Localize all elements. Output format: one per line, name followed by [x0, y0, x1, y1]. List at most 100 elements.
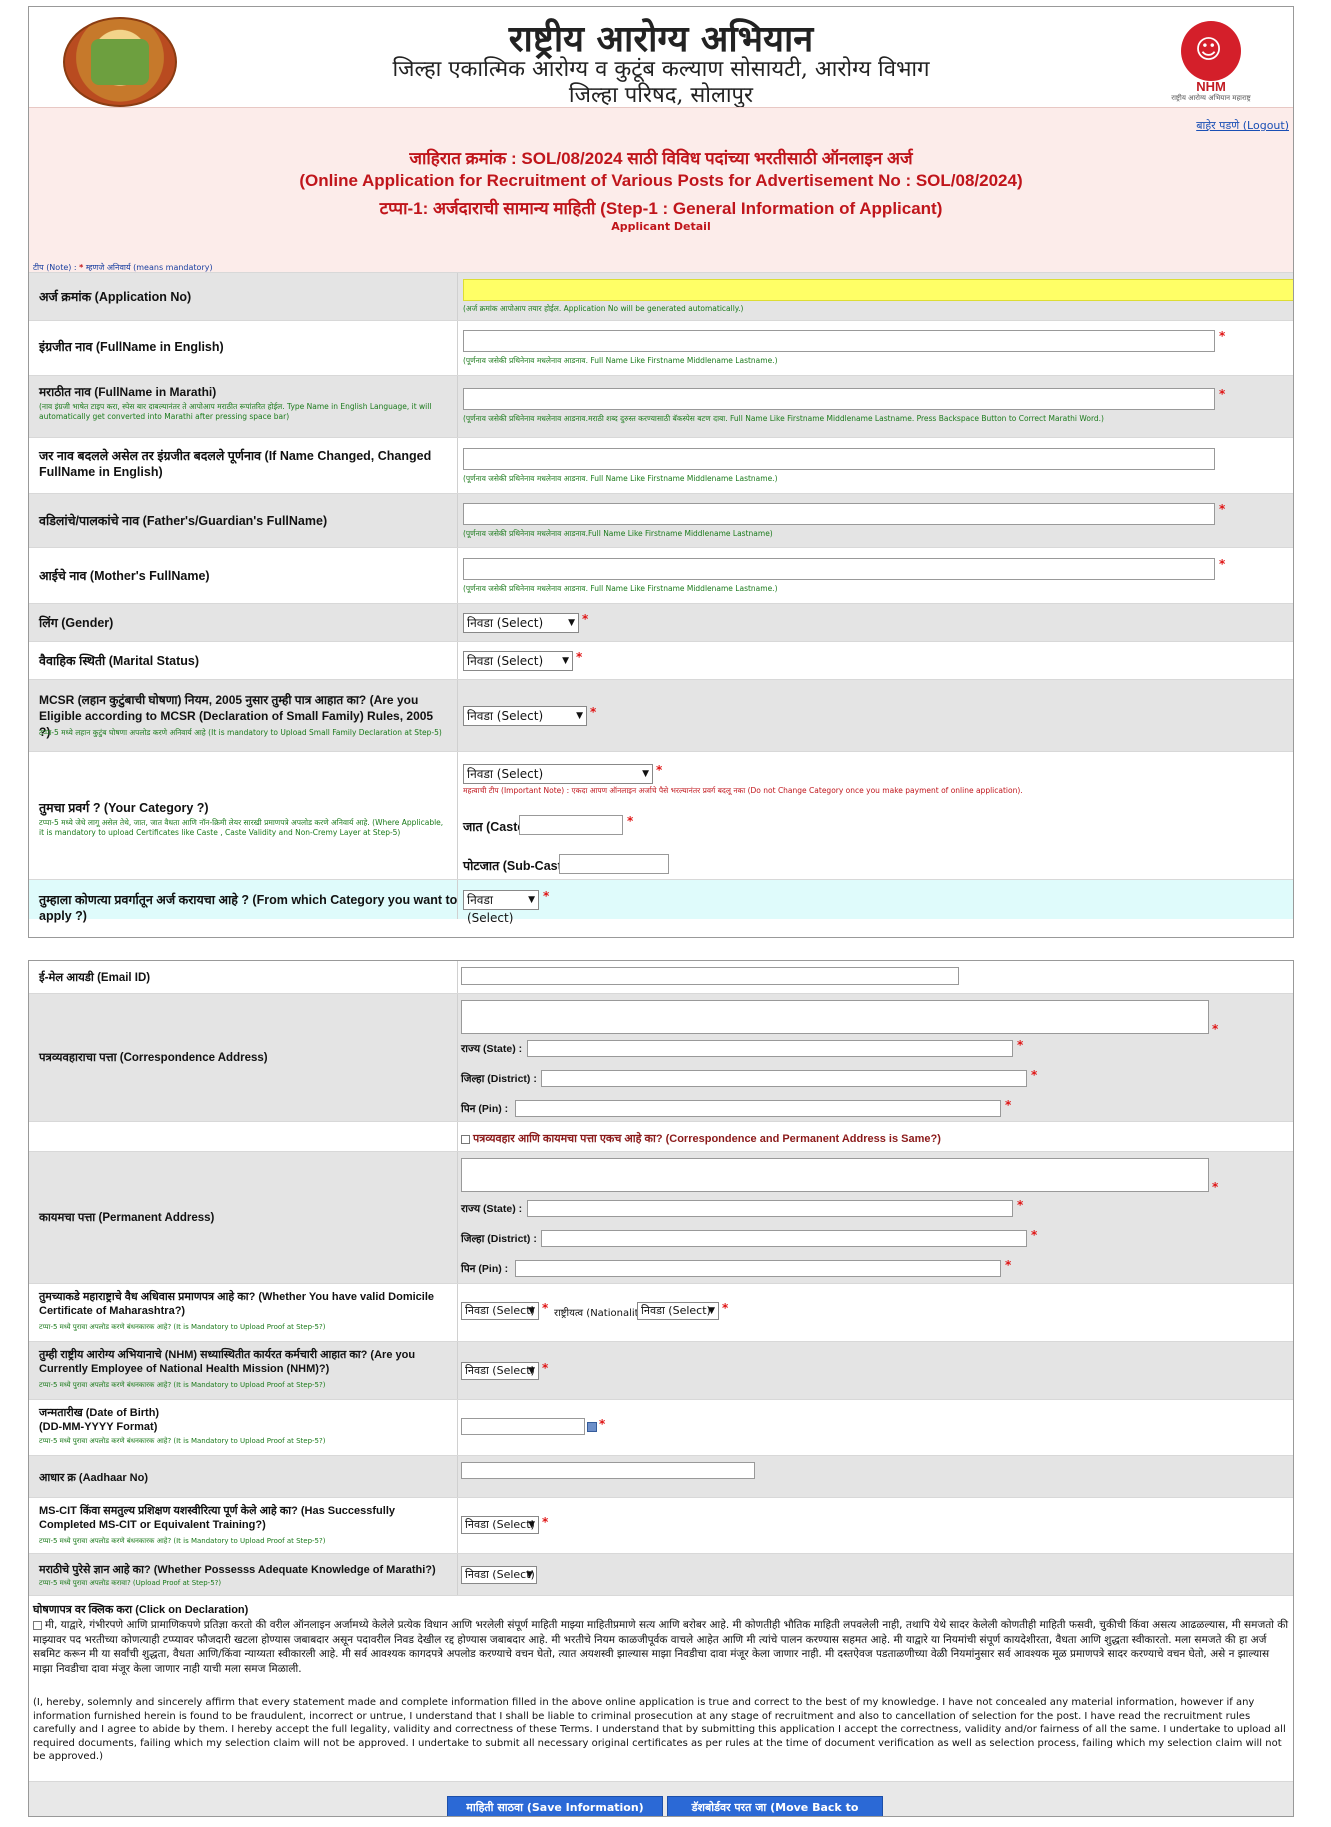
- nhm-employee-select[interactable]: निवडा (Select) ▼: [461, 1362, 539, 1380]
- row-apply-category: तुम्हाला कोणत्या प्रवर्गातून अर्ज करायचा…: [29, 879, 1293, 925]
- row-marathi-knowledge: मराठीचे पुरेसे ज्ञान आहे का? (Whether Po…: [29, 1553, 1293, 1595]
- dob-input[interactable]: [461, 1418, 585, 1435]
- corr-district-input[interactable]: [541, 1070, 1027, 1087]
- back-to-dashboard-button[interactable]: डॅशबोर्डवर परत जा (Move Back to Dashboar…: [667, 1796, 883, 1816]
- mcsr-select[interactable]: निवडा (Select) ▼: [463, 706, 587, 726]
- corr-pin-input[interactable]: [515, 1100, 1001, 1117]
- permanent-address-textarea[interactable]: [461, 1158, 1209, 1192]
- row-permanent-address: कायमचा पत्ता (Permanent Address) * राज्य…: [29, 1151, 1293, 1283]
- nhm-employee-sub: टप्पा-5 मध्ये पुरावा अपलोड करणे बंधनकारक…: [39, 1381, 326, 1389]
- perm-district-label: जिल्हा (District) :: [461, 1233, 537, 1245]
- banner-section-title: Applicant Detail: [611, 220, 711, 233]
- application-banner: बाहेर पडणे (Logout) जाहिरात क्रमांक : SO…: [29, 107, 1293, 272]
- marital-status-select[interactable]: निवडा (Select) ▼: [463, 651, 573, 671]
- mandatory-star: *: [576, 650, 583, 664]
- name-english-input[interactable]: [463, 330, 1215, 352]
- mother-name-hint: (पूर्णनाव जसेकी प्रथिनेनाव मधलेनाव आडनाव…: [463, 584, 778, 593]
- corr-district-label: जिल्हा (District) :: [461, 1073, 537, 1085]
- domicile-sub: टप्पा-5 मध्ये पुरावा अपलोड करणे बंधनकारक…: [39, 1323, 326, 1331]
- row-mscit: MS-CIT किंवा समतुल्य प्रशिक्षण यशस्वीरित…: [29, 1497, 1293, 1553]
- father-name-input[interactable]: [463, 503, 1215, 525]
- declaration-checkbox[interactable]: [33, 1620, 42, 1630]
- nationality-select[interactable]: निवडा (Select) ▼: [637, 1302, 719, 1320]
- mscit-select[interactable]: निवडा (Select) ▼: [461, 1516, 539, 1534]
- nationality-label: राष्ट्रीयत्व (Nationality): [554, 1308, 649, 1319]
- perm-district-input[interactable]: [541, 1230, 1027, 1247]
- name-english-hint: (पूर्णनाव जसेकी प्रथिनेनाव मधलेनाव आडनाव…: [463, 356, 778, 365]
- email-label: ई-मेल आयडी (Email ID): [39, 972, 151, 984]
- row-application-no: अर्ज क्रमांक (Application No) (अर्ज क्रम…: [29, 272, 1293, 320]
- row-name-english: इंग्रजीत नाव (FullName in English) * (पू…: [29, 320, 1293, 375]
- mscit-sub: टप्पा-5 मध्ये पुरावा अपलोड करणे बंधनकारक…: [39, 1537, 326, 1545]
- category-important-note: महत्वाची टीप (Important Note) : एकदा आपण…: [463, 786, 1023, 795]
- name-marathi-input[interactable]: [463, 388, 1215, 410]
- logout-link[interactable]: बाहेर पडणे (Logout): [1196, 118, 1289, 133]
- correspondence-address-textarea[interactable]: [461, 1000, 1209, 1034]
- application-no-label: अर्ज क्रमांक (Application No): [39, 290, 192, 304]
- marital-status-label: वैवाहिक स्थिती (Marital Status): [39, 654, 200, 668]
- page-header: राष्ट्रीय आरोग्य अभियान जिल्हा एकात्मिक …: [29, 7, 1293, 108]
- subcaste-label: पोटजात (Sub-Caste): [463, 859, 573, 873]
- corr-state-input[interactable]: [527, 1040, 1013, 1057]
- row-name-changed: जर नाव बदलले असेल तर इंग्रजीत बदलले पूर्…: [29, 437, 1293, 493]
- nhm-logo: ☺ NHM राष्ट्रीय आरोग्य अभियान महाराष्ट्र: [1155, 21, 1267, 105]
- mcsr-sub: टप्पा-5 मध्ये लहान कुटुंब घोषणा अपलोड कर…: [39, 728, 442, 737]
- mandatory-star: *: [1219, 557, 1226, 571]
- row-email: ई-मेल आयडी (Email ID): [29, 961, 1293, 993]
- row-aadhaar: आधार क्र (Aadhaar No): [29, 1455, 1293, 1497]
- father-name-hint: (पूर्णनाव जसेकी प्रथिनेनाव मधलेनाव आडनाव…: [463, 529, 773, 538]
- aadhaar-input[interactable]: [461, 1462, 755, 1479]
- row-mcsr: MCSR (लहान कुटुंबाची घोषणा) नियम, 2005 न…: [29, 679, 1293, 751]
- declaration-section: घोषणापत्र वर क्लिक करा (Click on Declara…: [29, 1595, 1293, 1781]
- mandatory-star: *: [1212, 1022, 1219, 1036]
- gender-select[interactable]: निवडा (Select) ▼: [463, 613, 579, 633]
- mandatory-star: *: [1031, 1228, 1038, 1242]
- apply-category-select[interactable]: निवडा (Select) ▼: [463, 890, 539, 925]
- banner-step-title: टप्पा-1: अर्जदाराची सामान्य माहिती (Step…: [379, 199, 943, 218]
- father-name-label: वडिलांचे/पालकांचे नाव (Father's/Guardian…: [39, 514, 328, 528]
- mandatory-star: *: [542, 1515, 549, 1529]
- mandatory-star: *: [543, 889, 550, 903]
- row-category: तुमचा प्रवर्ग ? (Your Category ?) टप्पा-…: [29, 751, 1293, 879]
- application-form-step1-panel-contd: ई-मेल आयडी (Email ID) पत्रव्यवहाराचा पत्…: [28, 960, 1294, 1817]
- calendar-icon[interactable]: [587, 1422, 597, 1432]
- subcaste-input[interactable]: [559, 854, 669, 874]
- mandatory-star: *: [1219, 387, 1226, 401]
- domicile-label: तुमच्याकडे महाराष्ट्राचे वैध अधिवास प्रम…: [39, 1291, 435, 1317]
- perm-state-input[interactable]: [527, 1200, 1013, 1217]
- save-information-button[interactable]: माहिती साठवा (Save Information): [447, 1796, 663, 1816]
- name-changed-input[interactable]: [463, 448, 1215, 470]
- row-father-name: वडिलांचे/पालकांचे नाव (Father's/Guardian…: [29, 493, 1293, 547]
- perm-pin-label: पिन (Pin) :: [461, 1263, 509, 1275]
- perm-state-label: राज्य (State) :: [461, 1203, 523, 1215]
- marathi-knowledge-select[interactable]: निवडा (Select) ▼: [461, 1566, 537, 1584]
- category-sub: टप्पा-5 मध्ये जेथे लागू असेल तेथे, जात, …: [39, 818, 444, 837]
- mandatory-star: *: [542, 1301, 549, 1315]
- row-correspondence-address: पत्रव्यवहाराचा पत्ता (Correspondence Add…: [29, 993, 1293, 1121]
- name-marathi-label: मराठीत नाव (FullName in Marathi): [39, 385, 217, 399]
- perm-pin-input[interactable]: [515, 1260, 1001, 1277]
- mandatory-star: *: [582, 612, 589, 626]
- dob-format-label: (DD-MM-YYYY Format): [39, 1421, 158, 1433]
- mandatory-star: *: [590, 705, 597, 719]
- dob-sub: टप्पा-5 मध्ये पुरावा अपलोड करणे बंधनकारक…: [39, 1437, 326, 1445]
- gender-label: लिंग (Gender): [39, 616, 114, 630]
- same-address-checkbox-label[interactable]: पत्रव्यवहार आणि कायमचा पत्ता एकच आहे का?…: [461, 1131, 941, 1146]
- banner-advertisement-title: जाहिरात क्रमांक : SOL/08/2024 साठी विविध…: [409, 149, 913, 168]
- mandatory-star: *: [1219, 502, 1226, 516]
- mother-name-label: आईचे नाव (Mother's FullName): [39, 569, 210, 583]
- same-address-checkbox[interactable]: [461, 1134, 470, 1144]
- row-name-marathi: मराठीत नाव (FullName in Marathi) (नाव इं…: [29, 375, 1293, 437]
- name-english-label: इंग्रजीत नाव (FullName in English): [39, 340, 224, 354]
- email-input[interactable]: [461, 967, 959, 985]
- row-domicile: तुमच्याकडे महाराष्ट्राचे वैध अधिवास प्रम…: [29, 1283, 1293, 1341]
- row-nhm-employee: तुम्ही राष्ट्रीय आरोग्य अभियानाचे (NHM) …: [29, 1341, 1293, 1399]
- declaration-title: घोषणापत्र वर क्लिक करा (Click on Declara…: [33, 1604, 249, 1616]
- name-marathi-hint: (पूर्णनाव जसेकी प्रथिनेनाव मधलेनाव आडनाव…: [463, 414, 1104, 423]
- name-changed-label: जर नाव बदलले असेल तर इंग्रजीत बदलले पूर्…: [39, 449, 432, 479]
- domicile-select[interactable]: निवडा (Select) ▼: [461, 1302, 539, 1320]
- mother-name-input[interactable]: [463, 558, 1215, 580]
- row-date-of-birth: जन्मतारीख (Date of Birth) (DD-MM-YYYY Fo…: [29, 1399, 1293, 1455]
- category-select[interactable]: निवडा (Select) ▼: [463, 764, 653, 784]
- caste-input[interactable]: [519, 815, 623, 835]
